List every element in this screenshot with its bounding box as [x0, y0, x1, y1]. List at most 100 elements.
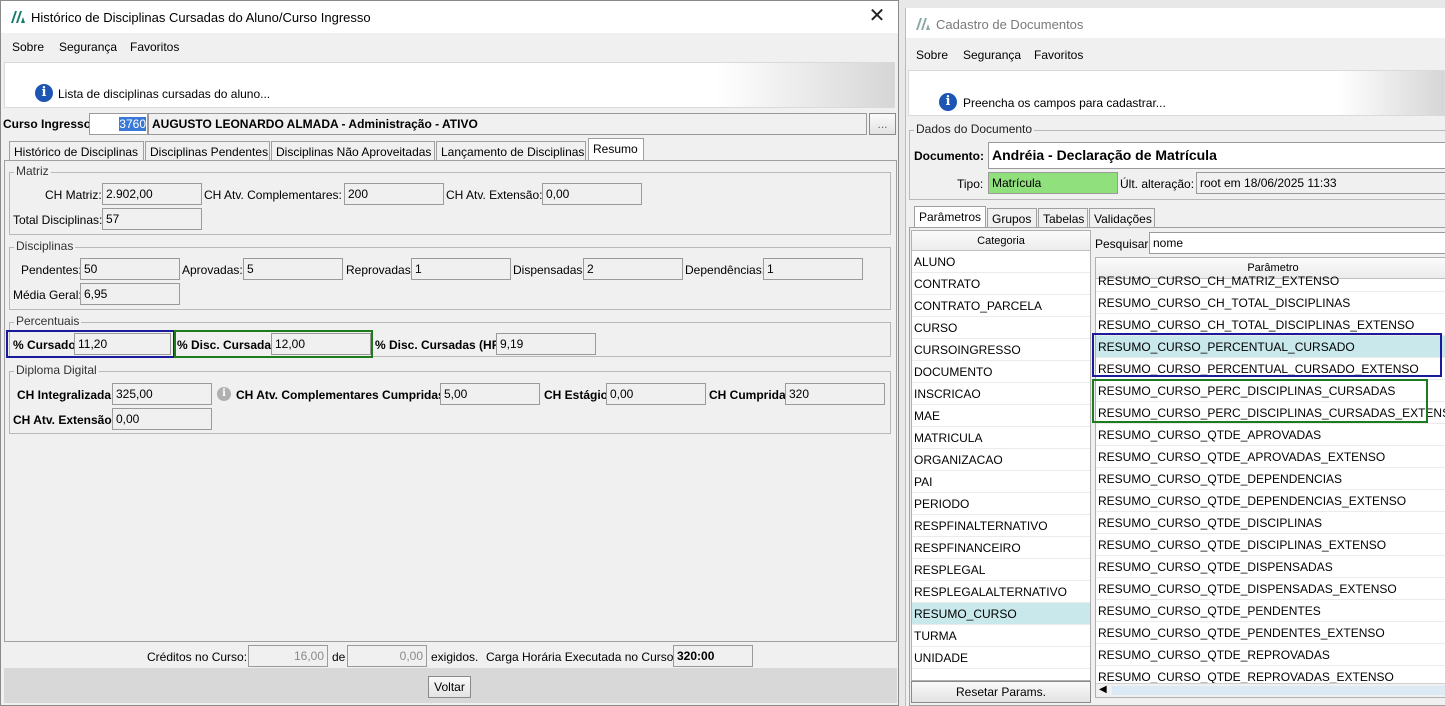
scroll-left-icon[interactable]: ◀ [1099, 684, 1107, 695]
horizontal-scrollbar[interactable]: ◀ [1096, 683, 1445, 697]
tab-resumo[interactable]: Resumo [588, 138, 644, 160]
creditos-label: Créditos no Curso: [147, 650, 248, 664]
pesquisar-input[interactable]: nome [1149, 232, 1445, 254]
param-item[interactable]: RESUMO_CURSO_QTDE_DISPENSADAS [1096, 556, 1445, 578]
pesquisar-label: Pesquisar: [1095, 237, 1152, 251]
historico-window: Histórico de Disciplinas Cursadas do Alu… [0, 0, 899, 706]
info-bar: i Lista de disciplinas cursadas do aluno… [4, 62, 895, 108]
ch-atv-ext-diploma-field: 0,00 [112, 408, 212, 430]
category-item[interactable]: RESPLEGALALTERNATIVO [912, 581, 1090, 603]
ch-atv-comp-field: 200 [344, 183, 444, 205]
category-item[interactable]: INSCRICAO [912, 383, 1090, 405]
info-gray-icon[interactable]: i [217, 387, 231, 401]
category-item[interactable]: CURSOINGRESSO [912, 339, 1090, 361]
category-item[interactable]: PERIODO [912, 493, 1090, 515]
category-item[interactable]: RESPLEGAL [912, 559, 1090, 581]
percentuais-title: Percentuais [14, 314, 82, 328]
window-title-2: Cadastro de Documentos [936, 17, 1084, 32]
carga-field: 320:00 [673, 645, 753, 667]
ch-atv-comp-label: CH Atv. Complementares: [204, 188, 342, 202]
close-icon[interactable]: ✕ [864, 4, 890, 30]
documento-label: Documento: [914, 149, 984, 163]
param-item[interactable]: RESUMO_CURSO_CH_MATRIZ_EXTENSO [1096, 270, 1445, 292]
menu-seguranca-2[interactable]: Segurança [963, 48, 1021, 62]
resetar-params-button[interactable]: Resetar Params. [911, 681, 1091, 703]
menu-favoritos-2[interactable]: Favoritos [1034, 48, 1083, 62]
category-item[interactable]: CONTRATO [912, 273, 1090, 295]
ch-cumprida-label: CH Cumprida: [709, 388, 790, 402]
param-item[interactable]: RESUMO_CURSO_QTDE_DEPENDENCIAS_EXTENSO [1096, 490, 1445, 512]
voltar-button[interactable]: Voltar [428, 676, 471, 698]
cadastro-window: Cadastro de Documentos Sobre Segurança F… [905, 8, 1445, 706]
tab-nao-aproveitadas[interactable]: Disciplinas Não Aproveitadas [271, 141, 435, 161]
menu-sobre-2[interactable]: Sobre [916, 48, 948, 62]
tab-grupos[interactable]: Grupos [987, 208, 1037, 228]
carga-label: Carga Horária Executada no Curso: [486, 650, 677, 664]
highlight-percentual-cursado [1092, 333, 1442, 377]
param-item[interactable]: RESUMO_CURSO_CH_TOTAL_DISCIPLINAS [1096, 292, 1445, 314]
lookup-button[interactable]: ... [869, 113, 896, 135]
disciplinas-title: Disciplinas [14, 239, 76, 253]
menu-sobre[interactable]: Sobre [12, 40, 44, 54]
param-item[interactable]: RESUMO_CURSO_QTDE_REPROVADAS [1096, 644, 1445, 666]
category-item[interactable]: CONTRATO_PARCELA [912, 295, 1090, 317]
category-item[interactable]: RESPFINALTERNATIVO [912, 515, 1090, 537]
matriz-title: Matriz [14, 164, 51, 178]
tab-parametros[interactable]: Parâmetros [914, 206, 986, 228]
category-item[interactable]: DOCUMENTO [912, 361, 1090, 383]
app-logo-icon [11, 11, 25, 23]
menu-favoritos[interactable]: Favoritos [130, 40, 179, 54]
info-bar-2: i Preencha os campos para cadastrar... [908, 70, 1445, 116]
category-item[interactable]: CURSO [912, 317, 1090, 339]
pendentes-label: Pendentes: [21, 263, 82, 277]
category-item[interactable]: PAI [912, 471, 1090, 493]
param-item[interactable]: RESUMO_CURSO_QTDE_DISPENSADAS_EXTENSO [1096, 578, 1445, 600]
param-item[interactable]: RESUMO_CURSO_QTDE_DEPENDENCIAS [1096, 468, 1445, 490]
category-item-selected[interactable]: RESUMO_CURSO [912, 603, 1090, 625]
param-item[interactable]: RESUMO_CURSO_QTDE_PENDENTES_EXTENSO [1096, 622, 1445, 644]
tab-lancamento[interactable]: Lançamento de Disciplinas [436, 141, 586, 161]
param-item[interactable]: RESUMO_CURSO_QTDE_APROVADAS_EXTENSO [1096, 446, 1445, 468]
category-item[interactable]: UNIDADE [912, 647, 1090, 669]
ch-atv-comp-cumpridas-field: 5,00 [440, 383, 540, 405]
scroll-thumb[interactable] [1112, 686, 1445, 695]
tipo-field[interactable]: Matrícula [988, 172, 1118, 194]
tab-tabelas[interactable]: Tabelas [1038, 208, 1088, 228]
param-item[interactable]: RESUMO_CURSO_QTDE_DISCIPLINAS_EXTENSO [1096, 534, 1445, 556]
parametro-list[interactable]: Parâmetro RESUMO_CURSO_CH_MATRIZ_EXTENSO… [1095, 257, 1445, 698]
ch-atv-ext-label: CH Atv. Extensão: [446, 188, 543, 202]
reprovadas-field: 1 [411, 258, 511, 280]
tab-validacoes[interactable]: Validações [1089, 208, 1155, 228]
tab-historico[interactable]: Histórico de Disciplinas [9, 141, 144, 161]
app-logo-icon-2 [916, 18, 930, 30]
category-item[interactable]: RESPFINANCEIRO [912, 537, 1090, 559]
ch-atv-ext-field: 0,00 [542, 183, 642, 205]
param-item[interactable]: RESUMO_CURSO_QTDE_APROVADAS [1096, 424, 1445, 446]
param-item[interactable]: RESUMO_CURSO_QTDE_DISCIPLINAS [1096, 512, 1445, 534]
category-item[interactable]: TURMA [912, 625, 1090, 647]
documento-field[interactable]: Andréia - Declaração de Matrícula [988, 142, 1445, 169]
info-text: Lista de disciplinas cursadas do aluno..… [58, 87, 271, 101]
category-item[interactable]: MATRICULA [912, 427, 1090, 449]
disc-cursadas-hr-label: % Disc. Cursadas (HR): [375, 338, 509, 352]
ch-atv-comp-cumpridas-label: CH Atv. Complementares Cumpridas: [236, 388, 449, 402]
menu-seguranca[interactable]: Segurança [59, 40, 117, 54]
categoria-list[interactable]: Categoria ALUNO CONTRATO CONTRATO_PARCEL… [911, 230, 1091, 681]
title-bar: Histórico de Disciplinas Cursadas do Alu… [1, 1, 898, 33]
category-item[interactable]: ORGANIZACAO [912, 449, 1090, 471]
param-item[interactable]: RESUMO_CURSO_QTDE_PENDENTES [1096, 600, 1445, 622]
reprovadas-label: Reprovadas: [346, 263, 415, 277]
ch-matriz-label: CH Matriz: [45, 188, 102, 202]
ult-alt-field: root em 18/06/2025 11:33 [1196, 172, 1445, 194]
dados-title: Dados do Documento [914, 122, 1035, 136]
aprovadas-field: 5 [243, 258, 343, 280]
curso-code-field[interactable]: 3760 [89, 113, 148, 135]
category-item[interactable]: MAE [912, 405, 1090, 427]
exigidos-label: exigidos. [431, 650, 479, 664]
tab-pendentes[interactable]: Disciplinas Pendentes [145, 141, 270, 161]
de-label: de [332, 650, 346, 664]
pendentes-field: 50 [80, 258, 180, 280]
category-item[interactable]: ALUNO [912, 251, 1090, 273]
ult-alt-label: Últ. alteração: [1120, 177, 1195, 191]
creditos-field: 16,00 [248, 645, 328, 667]
